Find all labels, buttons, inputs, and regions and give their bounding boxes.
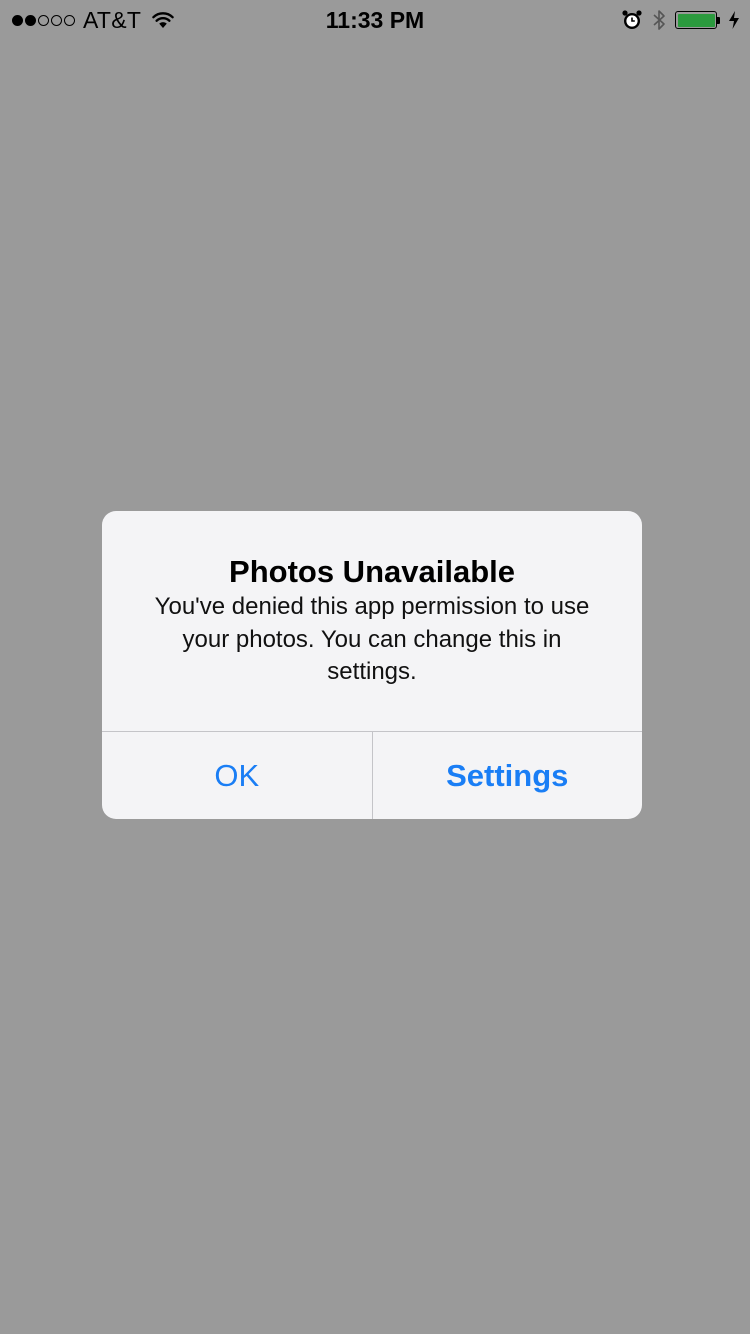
alert-dialog: Photos Unavailable You've denied this ap… xyxy=(102,511,642,819)
battery-fill xyxy=(677,13,715,27)
alert-button-bar: OK Settings xyxy=(102,731,642,819)
settings-button[interactable]: Settings xyxy=(373,732,643,819)
bluetooth-icon xyxy=(653,10,665,30)
alert-content: Photos Unavailable You've denied this ap… xyxy=(102,511,642,731)
alert-title: Photos Unavailable xyxy=(229,554,515,589)
alarm-icon xyxy=(622,10,642,29)
charging-bolt-icon xyxy=(729,11,739,29)
alert-message: You've denied this app permission to use… xyxy=(154,593,590,685)
battery-body xyxy=(675,11,717,29)
status-bar: AT&T 11:33 PM xyxy=(0,0,750,40)
ok-button[interactable]: OK xyxy=(102,732,373,819)
battery-icon xyxy=(675,11,720,29)
battery-tip xyxy=(717,16,720,24)
status-right xyxy=(621,6,740,34)
